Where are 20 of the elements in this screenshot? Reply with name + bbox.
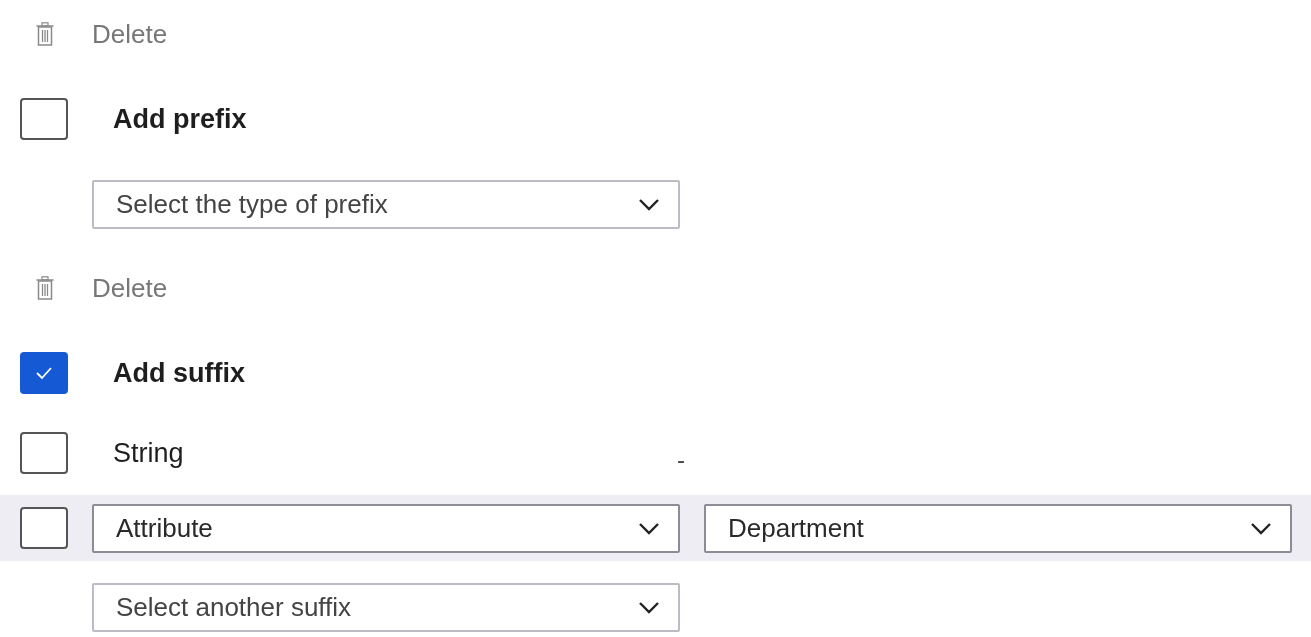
dropdown[interactable]: Select the type of prefix	[92, 180, 680, 229]
checkbox-label: String	[113, 437, 185, 469]
trash-icon	[36, 22, 54, 46]
dropdown[interactable]: Department	[704, 503, 1292, 553]
trash-icon	[36, 276, 54, 300]
delete-button[interactable]: Delete	[36, 18, 168, 50]
string-value: -	[677, 446, 685, 474]
dropdown[interactable]: Attribute	[92, 503, 680, 553]
chevron-down-icon	[638, 520, 660, 536]
checkbox[interactable]	[20, 98, 68, 140]
checkbox-label: Add suffix	[113, 357, 245, 389]
chevron-down-icon	[638, 600, 660, 615]
checkbox[interactable]	[20, 432, 68, 474]
checkbox[interactable]	[20, 352, 68, 394]
delete-button[interactable]: Delete	[36, 272, 168, 304]
chevron-down-icon	[638, 197, 660, 212]
checkbox-label: Add prefix	[113, 103, 247, 135]
dropdown[interactable]: Select another suffix	[92, 583, 680, 632]
checkbox[interactable]	[20, 507, 68, 549]
chevron-down-icon	[1250, 520, 1272, 536]
